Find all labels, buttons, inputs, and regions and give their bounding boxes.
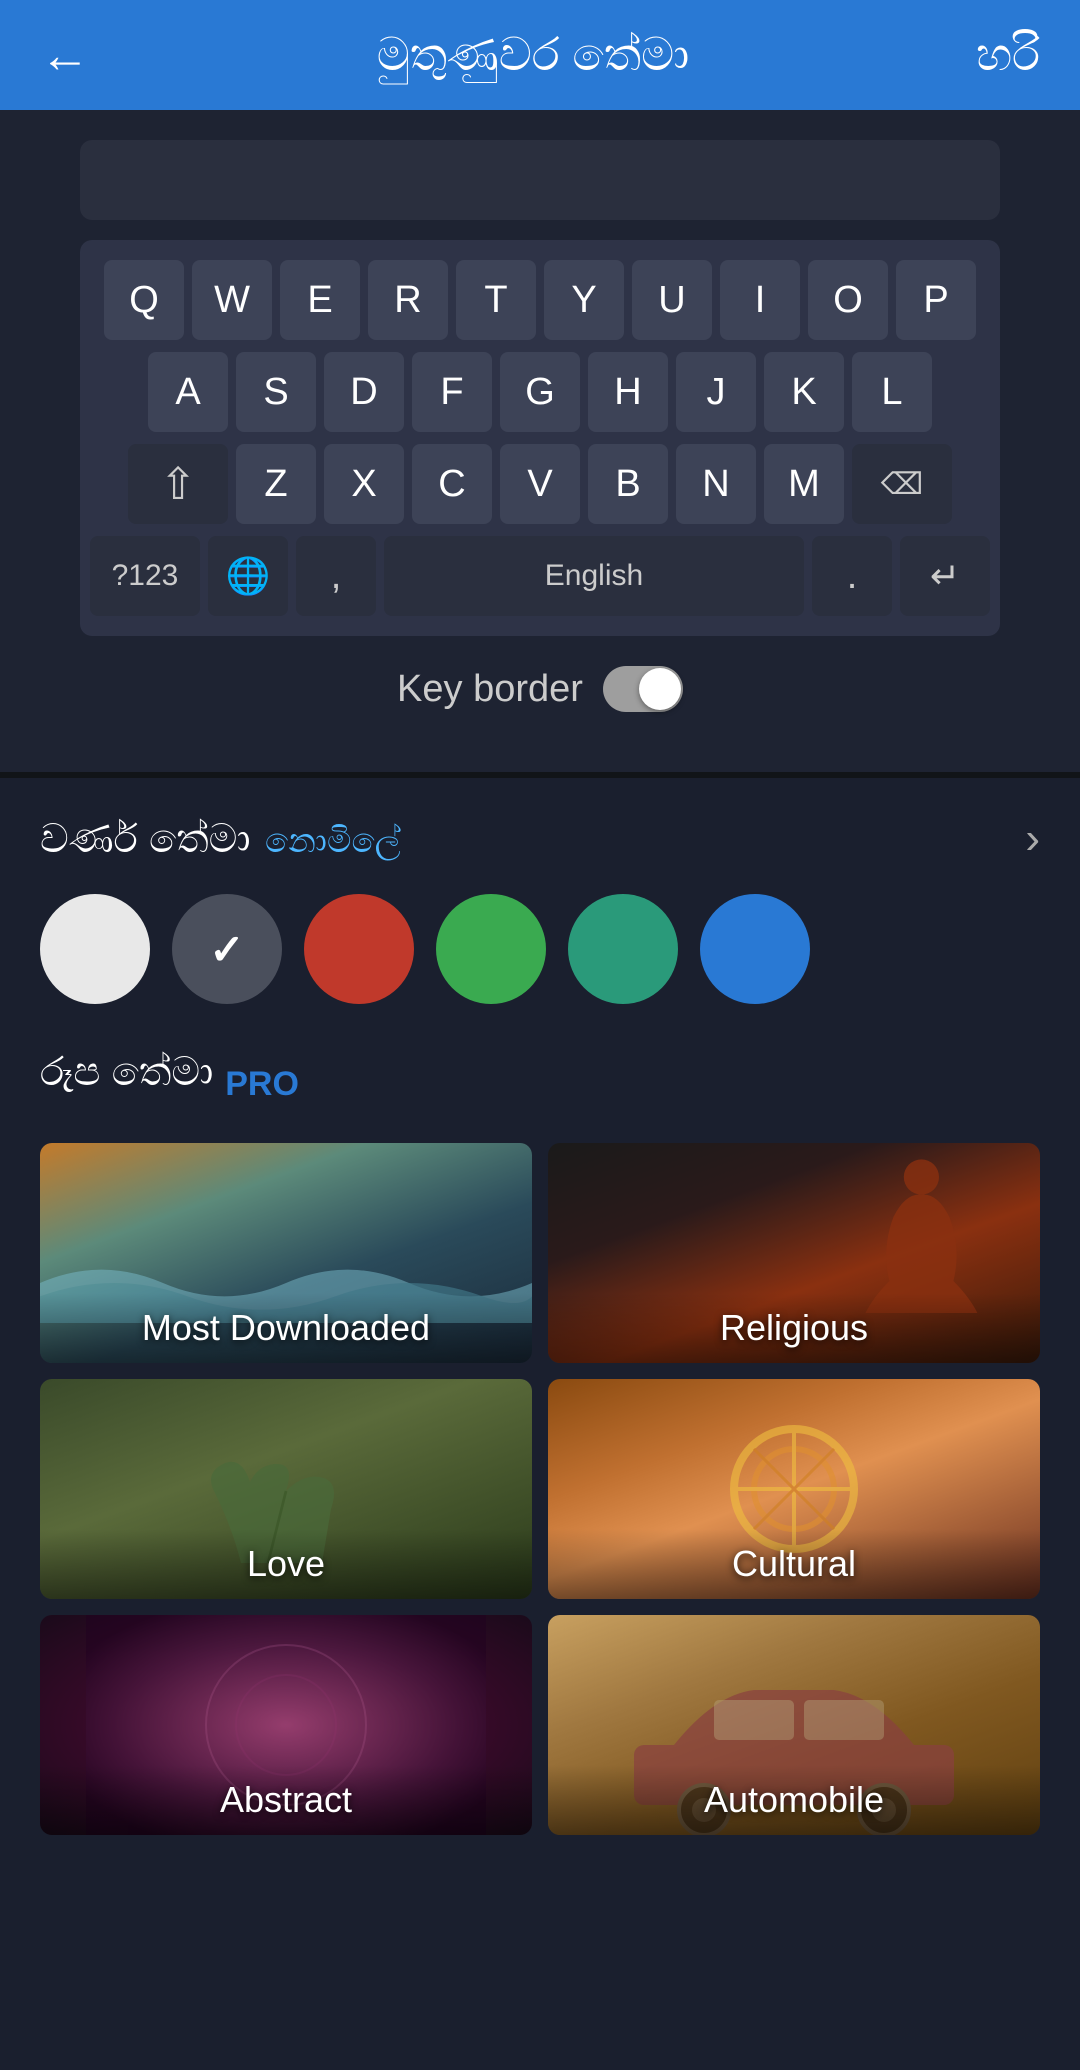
color-theme-sub: නොමිලේ	[265, 822, 401, 860]
key-v[interactable]: V	[500, 444, 580, 524]
key-q[interactable]: Q	[104, 260, 184, 340]
key-d[interactable]: D	[324, 352, 404, 432]
keyboard-row-3: ⇧ Z X C V B N M ⌫	[90, 444, 990, 524]
key-border-row: Key border	[80, 636, 1000, 732]
key-g[interactable]: G	[500, 352, 580, 432]
theme-grid: Most Downloaded Religious	[40, 1143, 1040, 1835]
key-border-label: Key border	[397, 668, 583, 711]
theme-card-automobile[interactable]: Automobile	[548, 1615, 1040, 1835]
page-title: මුතුණුවර තේමා	[90, 27, 976, 83]
chevron-right-icon[interactable]: ›	[1025, 814, 1040, 864]
keyboard-row-1: Q W E R T Y U I O P	[90, 260, 990, 340]
color-teal[interactable]	[568, 894, 678, 1004]
color-theme-section: වර්ණ තේමා නොමිලේ › ✓	[0, 778, 1080, 1040]
key-z[interactable]: Z	[236, 444, 316, 524]
key-j[interactable]: J	[676, 352, 756, 432]
backspace-key[interactable]: ⌫	[852, 444, 952, 524]
keyboard-row-2: A S D F G H J K L	[90, 352, 990, 432]
comma-key[interactable]: ,	[296, 536, 376, 616]
color-green[interactable]	[436, 894, 546, 1004]
color-blue[interactable]	[700, 894, 810, 1004]
key-s[interactable]: S	[236, 352, 316, 432]
key-o[interactable]: O	[808, 260, 888, 340]
key-i[interactable]: I	[720, 260, 800, 340]
keyboard-section: Q W E R T Y U I O P A S D F G H J K L ⇧ …	[0, 110, 1080, 772]
theme-card-label-cultural: Cultural	[548, 1529, 1040, 1599]
key-t[interactable]: T	[456, 260, 536, 340]
image-theme-title: රූප තේමා	[40, 1050, 213, 1095]
key-r[interactable]: R	[368, 260, 448, 340]
key-e[interactable]: E	[280, 260, 360, 340]
color-theme-header: වර්ණ තේමා නොමිලේ ›	[40, 814, 1040, 864]
back-button[interactable]: ←	[40, 26, 90, 84]
key-w[interactable]: W	[192, 260, 272, 340]
key-l[interactable]: L	[852, 352, 932, 432]
key-n[interactable]: N	[676, 444, 756, 524]
color-theme-title: වර්ණ තේමා	[40, 817, 251, 861]
color-white[interactable]	[40, 894, 150, 1004]
key-h[interactable]: H	[588, 352, 668, 432]
keyboard-container: Q W E R T Y U I O P A S D F G H J K L ⇧ …	[80, 240, 1000, 636]
color-dark-gray[interactable]: ✓	[172, 894, 282, 1004]
pro-badge: PRO	[225, 1065, 299, 1104]
key-border-toggle[interactable]	[603, 666, 683, 712]
toggle-knob	[639, 668, 681, 710]
theme-card-love[interactable]: Love	[40, 1379, 532, 1599]
key-k[interactable]: K	[764, 352, 844, 432]
theme-card-label-automobile: Automobile	[548, 1765, 1040, 1835]
theme-card-abstract[interactable]: Abstract	[40, 1615, 532, 1835]
check-icon: ✓	[209, 925, 244, 974]
key-u[interactable]: U	[632, 260, 712, 340]
shift-key[interactable]: ⇧	[128, 444, 228, 524]
ok-button[interactable]: හරි	[976, 27, 1040, 83]
theme-card-most-downloaded[interactable]: Most Downloaded	[40, 1143, 532, 1363]
theme-card-cultural[interactable]: Cultural	[548, 1379, 1040, 1599]
color-theme-title-group: වර්ණ තේමා නොමිලේ	[40, 817, 401, 862]
key-c[interactable]: C	[412, 444, 492, 524]
color-circles: ✓	[40, 894, 1040, 1004]
period-key[interactable]: .	[812, 536, 892, 616]
key-y[interactable]: Y	[544, 260, 624, 340]
image-theme-section: රූප තේමා PRO Most Downloaded	[0, 1040, 1080, 1875]
keyboard-preview	[80, 140, 1000, 220]
theme-card-label-love: Love	[40, 1529, 532, 1599]
keyboard-row-4: ?123 🌐 , English . ↵	[90, 536, 990, 616]
key-p[interactable]: P	[896, 260, 976, 340]
globe-key[interactable]: 🌐	[208, 536, 288, 616]
theme-card-religious[interactable]: Religious	[548, 1143, 1040, 1363]
space-key[interactable]: English	[384, 536, 804, 616]
key-m[interactable]: M	[764, 444, 844, 524]
color-red[interactable]	[304, 894, 414, 1004]
numbers-key[interactable]: ?123	[90, 536, 200, 616]
key-a[interactable]: A	[148, 352, 228, 432]
key-x[interactable]: X	[324, 444, 404, 524]
enter-key[interactable]: ↵	[900, 536, 990, 616]
theme-card-label-abstract: Abstract	[40, 1765, 532, 1835]
app-header: ← මුතුණුවර තේමා හරි	[0, 0, 1080, 110]
theme-card-label-most-downloaded: Most Downloaded	[40, 1293, 532, 1363]
image-theme-title-row: රූප තේමා PRO	[40, 1050, 1040, 1119]
theme-card-label-religious: Religious	[548, 1293, 1040, 1363]
key-f[interactable]: F	[412, 352, 492, 432]
key-b[interactable]: B	[588, 444, 668, 524]
